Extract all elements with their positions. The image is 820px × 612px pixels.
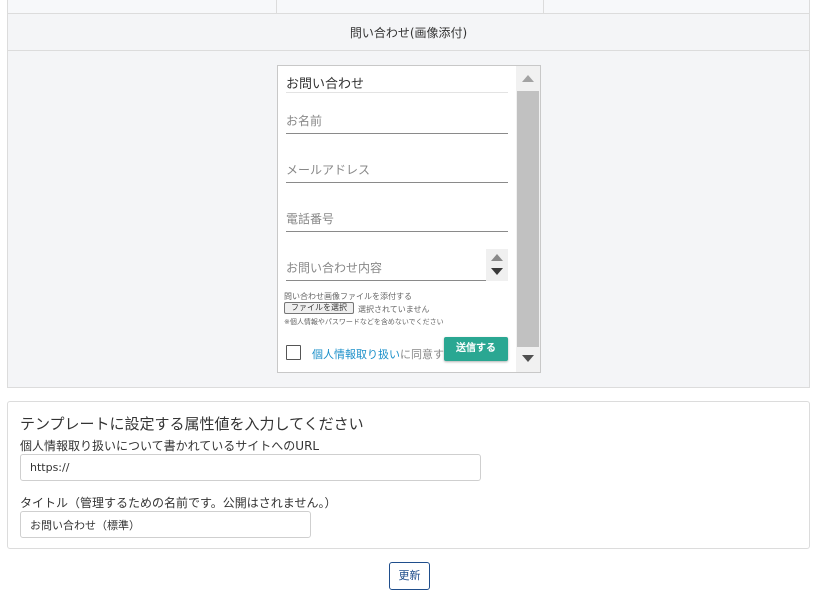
email-placeholder: メールアドレス xyxy=(286,163,371,177)
submit-button[interactable]: 送信する xyxy=(444,337,508,361)
phone-placeholder: 電話番号 xyxy=(286,212,335,226)
message-placeholder: お問い合わせ内容 xyxy=(286,261,383,275)
form-preview-frame[interactable]: お問い合わせ お名前 メールアドレス 電話番号 お問い合わせ内容 問い合わせ画像… xyxy=(277,65,541,373)
template-title-input[interactable] xyxy=(20,511,311,538)
privacy-note: ※個人情報やパスワードなどを含めないでください xyxy=(284,318,444,326)
spinner-down-icon[interactable] xyxy=(491,268,503,275)
name-field[interactable]: お名前 xyxy=(286,112,508,134)
email-field[interactable]: メールアドレス xyxy=(286,161,508,183)
update-button[interactable]: 更新 xyxy=(389,562,430,590)
attach-label: 問い合わせ画像ファイルを添付する xyxy=(284,292,412,301)
message-spinner[interactable] xyxy=(486,249,508,281)
template-title-label: タイトル（管理するための名前です。公開はされません。） xyxy=(20,496,337,510)
file-select-button[interactable]: ファイルを選択 xyxy=(284,302,354,314)
top-table-fragment xyxy=(7,0,810,14)
privacy-policy-link[interactable]: 個人情報取り扱い xyxy=(312,348,400,361)
attribute-panel: テンプレートに設定する属性値を入力してください 個人情報取り扱いについて書かれて… xyxy=(7,401,810,549)
privacy-url-input[interactable] xyxy=(20,454,481,481)
agree-text: 個人情報取り扱いに同意する xyxy=(312,346,455,362)
preview-title: 問い合わせ(画像添付) xyxy=(349,25,468,40)
name-placeholder: お名前 xyxy=(286,114,323,128)
spinner-up-icon[interactable] xyxy=(491,254,503,261)
scroll-up-icon[interactable] xyxy=(522,75,534,82)
form-preview-content: お問い合わせ お名前 メールアドレス 電話番号 お問い合わせ内容 問い合わせ画像… xyxy=(278,66,516,372)
privacy-url-label: 個人情報取り扱いについて書かれているサイトへのURL xyxy=(20,439,320,453)
preview-header: 問い合わせ(画像添付) xyxy=(7,14,810,51)
agree-checkbox[interactable] xyxy=(286,345,301,360)
form-title: お問い合わせ xyxy=(286,73,508,93)
file-status: 選択されていません xyxy=(358,305,430,314)
column-divider xyxy=(543,0,544,14)
message-field[interactable]: お問い合わせ内容 xyxy=(286,249,508,281)
frame-scrollbar[interactable] xyxy=(516,66,540,372)
column-divider xyxy=(276,0,277,14)
attribute-panel-title: テンプレートに設定する属性値を入力してください xyxy=(20,415,364,433)
scroll-down-icon[interactable] xyxy=(522,355,534,362)
phone-field[interactable]: 電話番号 xyxy=(286,210,508,232)
scroll-thumb[interactable] xyxy=(517,91,539,347)
